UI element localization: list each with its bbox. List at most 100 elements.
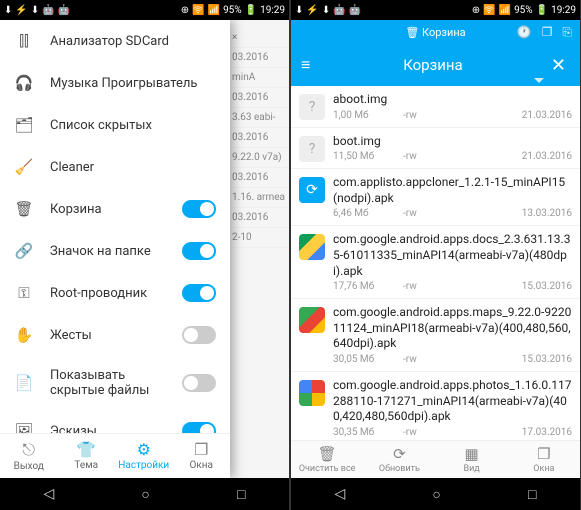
drawer-label: Cleaner [50,160,216,175]
file-item[interactable]: ? boot.img11,50 Мб-rw21.03.2016 [291,128,580,170]
drawer-bottom-Настройки[interactable]: ⚙Настройки [115,434,173,478]
file-meta: 1,00 Мб-rw21.03.2016 [333,110,572,121]
file-item[interactable]: ⟳ com.applisto.appcloner_1.2.1-15_minAPI1… [291,169,580,226]
toggle[interactable] [182,326,216,344]
bottom-icon: 👕 [58,440,116,459]
drawer-item-3[interactable]: 🧹 Cleaner [0,146,230,188]
drawer-icon: ⫿⫿ [14,32,34,50]
copy-icon[interactable]: ⎘ [562,25,572,40]
drawer-icon: ✋ [14,326,34,344]
drawer-item-0[interactable]: ⫿⫿ Анализатор SDCard [0,20,230,62]
drawer-item-4[interactable]: 🗑 Корзина [0,188,230,230]
nav-back[interactable]: ◁ [335,486,346,502]
file-name: com.google.android.apps.maps_9.22.0-9220… [333,305,572,352]
toggle[interactable] [182,422,216,433]
content-area: ×03.2016minA 03.20163.63 eabi-03.2016 9.… [0,20,289,478]
toggle[interactable] [182,200,216,218]
drawer-icon: 🔗 [14,242,34,260]
bottom-icon: ❐ [173,440,231,459]
nav-recent[interactable]: □ [528,486,536,503]
drawer-item-6[interactable]: ⚿Root-проводник [0,272,230,314]
nav-recent[interactable]: □ [237,486,245,503]
drawer-icon: 📄 [14,374,34,392]
windows-icon[interactable]: ❐ [542,25,553,40]
file-name: com.google.android.apps.docs_2.3.631.13.… [333,232,572,279]
nav-home[interactable]: ○ [432,486,440,503]
toolbar-icon: ▦ [436,445,508,463]
file-icon: ? [299,136,325,162]
drawer-bottom-Окна[interactable]: ❐Окна [173,434,231,478]
toolbar-Окна[interactable]: ❐Окна [508,441,580,478]
bottom-label: Окна [190,460,214,471]
file-meta: 17,76 Мб-rw15.03.2016 [333,281,572,292]
drawer-label: Список скрытых [50,118,216,133]
bottom-icon: ⎋ [0,440,58,460]
nav-home[interactable]: ○ [141,486,149,503]
drawer-item-2[interactable]: 🗂 Список скрытых [0,104,230,146]
drawer-icon: 🧹 [14,158,34,176]
phone-right: ⬇⚡⬇🤖🤖 ⊕🛜📶95%🔋19:29 🗑 Корзина 🕐 ❐ ⎘ ≡ Корзи… [291,0,580,510]
menu-icon[interactable]: ≡ [301,55,319,75]
file-meta: 30,05 Мб-rw15.03.2016 [333,354,572,365]
status-bar: ⬇⚡⬇🤖🤖 ⊕🛜📶95%🔋19:29 [291,0,580,20]
status-bar: ⬇⚡⬇🤖🤖 ⊕🛜📶95%🔋19:29 [0,0,289,20]
file-name: aboot.img [333,92,572,108]
phone-left: ⬇⚡⬇🤖🤖 ⊕🛜📶95%🔋19:29 ×03.2016minA 03.20163… [0,0,289,510]
toolbar-Очистить все[interactable]: 🗑Очистить все [291,441,363,478]
file-item[interactable]: com.google.android.apps.docs_2.3.631.13.… [291,226,580,299]
drawer-label: Корзина [50,202,166,217]
file-icon: ? [299,94,325,120]
toggle[interactable] [182,374,216,392]
dropdown-indicator[interactable] [534,78,544,83]
toolbar-label: Окна [533,464,554,474]
drawer-label: Музыка Проигрыватель [50,76,216,91]
drawer-label: Анализатор SDCard [50,34,216,49]
drawer-item-1[interactable]: 🎧 Музыка Проигрыватель [0,62,230,104]
toolbar-label: Очистить все [299,464,356,474]
drawer-label: Жесты [50,328,166,343]
drawer-item-7[interactable]: ✋ Жесты [0,314,230,356]
bottom-label: Тема [74,460,98,471]
drawer-item-5[interactable]: 🔗Значок на папке [0,230,230,272]
file-icon: ⟳ [299,177,325,203]
breadcrumb[interactable]: 🗑 Корзина [405,26,465,39]
nav-back[interactable]: ◁ [44,486,55,502]
file-item[interactable]: com.google.android.apps.maps_9.22.0-9220… [291,299,580,372]
drawer-icon: 🎧 [14,74,34,92]
drawer-item-9[interactable]: 🖼 Эскизы [0,410,230,433]
drawer-label: Эскизы [50,424,166,434]
bottom-label: Настройки [118,460,169,471]
file-meta: 30,35 Мб-rw17.03.2016 [333,427,572,438]
drawer-bottom-Выход[interactable]: ⎋Выход [0,434,58,478]
file-meta: 11,50 Мб-rw21.03.2016 [333,151,572,162]
file-name: com.applisto.appcloner_1.2.1-15_minAPI15… [333,175,572,206]
clock-icon[interactable]: 🕐 [517,25,532,40]
bottom-toolbar: 🗑Очистить все⟳Обновить▦Вид❐Окна [291,440,580,478]
drawer-item-8[interactable]: 📄 Показывать скрытые файлы [0,356,230,410]
file-icon [299,380,325,406]
file-item[interactable]: com.google.android.apps.photos_1.16.0.11… [291,372,580,440]
title-bar: ≡ Корзина ✕ [291,44,580,86]
toolbar-Обновить[interactable]: ⟳Обновить [363,441,435,478]
close-icon[interactable]: ✕ [547,55,570,76]
file-item[interactable]: ? aboot.img 1,00 Мб-rw21.03.2016 [291,86,580,128]
file-name: boot.img [333,134,572,150]
android-navbar: ◁ ○ □ [291,478,580,510]
drawer-icon: 🗑 [14,200,34,218]
drawer-label: Показывать скрытые файлы [50,368,166,398]
toggle[interactable] [182,242,216,260]
toolbar-label: Вид [464,464,480,474]
drawer-icon: 🗂 [14,116,34,134]
toolbar-Вид[interactable]: ▦Вид [436,441,508,478]
bottom-label: Выход [14,461,44,472]
toolbar-icon: ⟳ [363,445,435,463]
drawer-icon: 🖼 [14,422,34,433]
file-icon [299,307,325,333]
bottom-icon: ⚙ [115,440,173,459]
toolbar-icon: 🗑 [291,445,363,463]
file-name: com.google.android.apps.photos_1.16.0.11… [333,378,572,425]
toolbar-icon: ❐ [508,445,580,463]
drawer-bottom-Тема[interactable]: 👕Тема [58,434,116,478]
toggle[interactable] [182,284,216,302]
file-list: ?aboot.img1,00 Мб-rw21.03.2016?boot.img1… [291,86,580,440]
